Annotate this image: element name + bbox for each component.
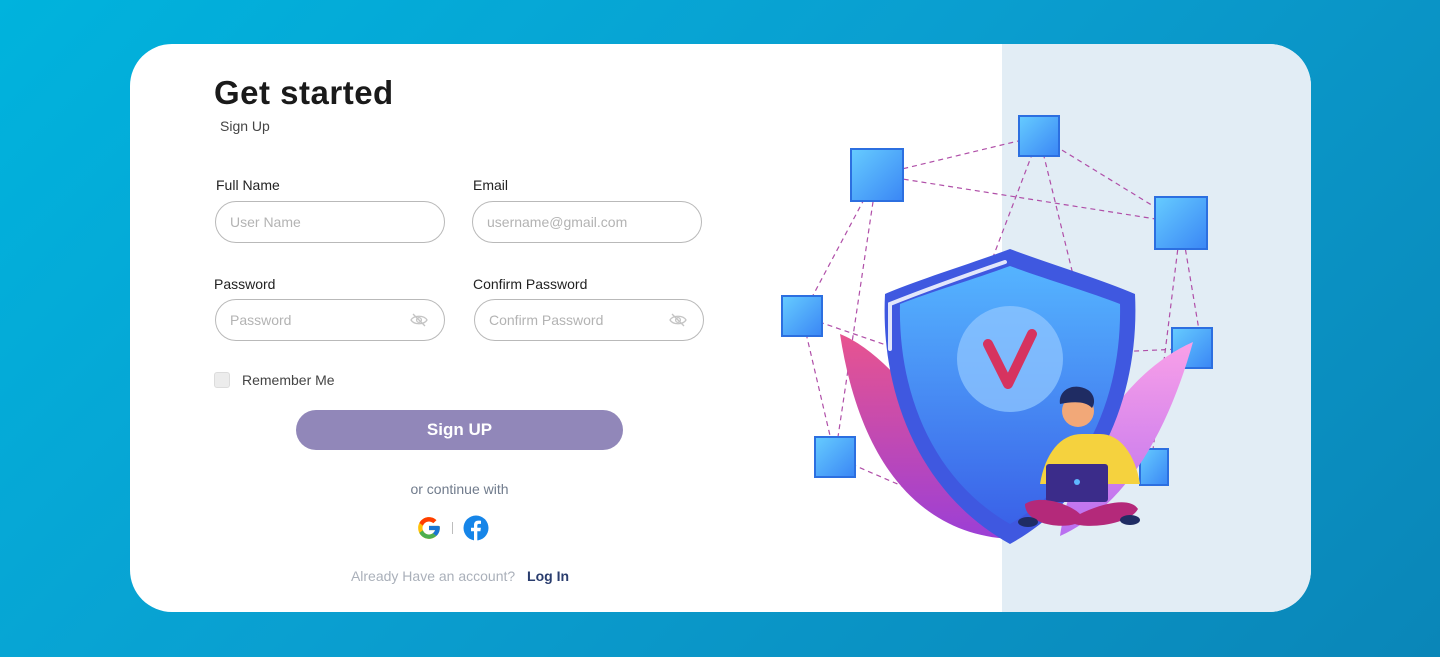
password-label: Password — [214, 276, 276, 292]
login-prompt: Already Have an account? Log In — [270, 568, 650, 584]
full-name-field[interactable] — [215, 201, 445, 243]
check-circle — [957, 306, 1063, 412]
eye-slash-icon[interactable] — [410, 313, 428, 327]
remember-me-label: Remember Me — [242, 372, 335, 388]
continue-with-text: or continue with — [410, 481, 509, 497]
confirm-password-label: Confirm Password — [473, 276, 588, 292]
confirm-password-field[interactable] — [474, 299, 704, 341]
page-subtitle: Sign Up — [220, 118, 270, 134]
sign-up-button[interactable]: Sign UP — [296, 410, 623, 450]
password-input[interactable] — [230, 300, 410, 340]
password-field[interactable] — [215, 299, 445, 341]
confirm-password-input[interactable] — [489, 300, 669, 340]
security-illustration — [781, 115, 1213, 544]
social-login-row — [416, 515, 489, 541]
facebook-icon[interactable] — [463, 515, 489, 541]
social-divider — [452, 522, 453, 534]
remember-me-checkbox[interactable] — [214, 372, 230, 388]
email-field[interactable] — [472, 201, 702, 243]
page-title: Get started — [214, 74, 394, 111]
full-name-input[interactable] — [230, 202, 410, 242]
login-question: Already Have an account? — [350, 568, 516, 584]
email-label: Email — [473, 177, 509, 193]
google-icon[interactable] — [416, 515, 442, 541]
log-in-link[interactable]: Log In — [527, 568, 569, 584]
remember-me-row[interactable]: Remember Me — [214, 372, 335, 388]
eye-slash-icon[interactable] — [669, 313, 687, 327]
signup-card: Get started Sign Up Full Name Email Pass… — [130, 44, 1311, 612]
email-input[interactable] — [487, 202, 667, 242]
full-name-label: Full Name — [216, 177, 280, 193]
